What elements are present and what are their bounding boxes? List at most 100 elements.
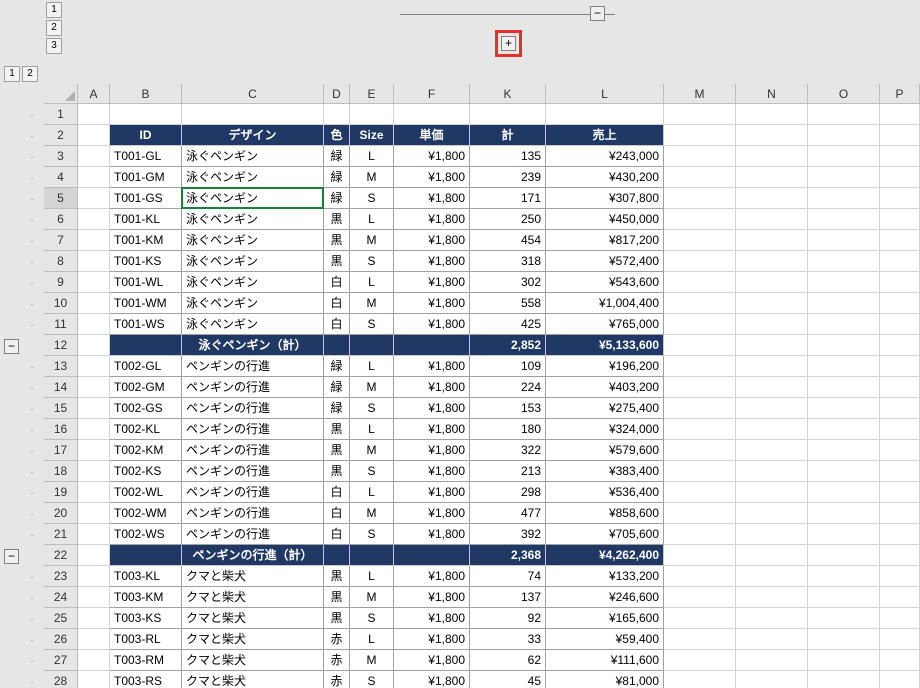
cell[interactable] xyxy=(736,608,808,629)
select-all-corner[interactable] xyxy=(44,84,78,104)
cell[interactable]: ¥4,262,400 xyxy=(546,545,664,566)
cell[interactable]: T002-KL xyxy=(110,419,182,440)
cell[interactable] xyxy=(880,398,920,419)
cell[interactable] xyxy=(808,629,880,650)
row-head-2[interactable]: 2 xyxy=(44,125,78,146)
cell[interactable] xyxy=(470,104,546,125)
cell[interactable]: T002-KM xyxy=(110,440,182,461)
cell[interactable]: ¥1,800 xyxy=(394,608,470,629)
cell[interactable] xyxy=(808,356,880,377)
cell[interactable] xyxy=(808,230,880,251)
cell[interactable] xyxy=(736,209,808,230)
cell[interactable]: S xyxy=(350,314,394,335)
row-head-28[interactable]: 28 xyxy=(44,671,78,688)
col-head-M[interactable]: M xyxy=(664,84,736,104)
cell[interactable] xyxy=(324,335,350,356)
cell[interactable] xyxy=(736,230,808,251)
cell[interactable]: S xyxy=(350,251,394,272)
cell[interactable] xyxy=(736,167,808,188)
row-head-24[interactable]: 24 xyxy=(44,587,78,608)
cell[interactable] xyxy=(880,608,920,629)
cell[interactable]: 黒 xyxy=(324,461,350,482)
cell[interactable]: ペンギンの行進 xyxy=(182,398,324,419)
cell[interactable]: 黒 xyxy=(324,587,350,608)
cell[interactable]: 白 xyxy=(324,293,350,314)
cell[interactable] xyxy=(78,398,110,419)
cell[interactable] xyxy=(880,209,920,230)
cell[interactable] xyxy=(736,398,808,419)
cell[interactable]: L xyxy=(350,482,394,503)
col-head-L[interactable]: L xyxy=(546,84,664,104)
cell[interactable]: ¥1,800 xyxy=(394,377,470,398)
cell[interactable]: ¥324,000 xyxy=(546,419,664,440)
cell[interactable]: ¥403,200 xyxy=(546,377,664,398)
row-head-16[interactable]: 16 xyxy=(44,419,78,440)
cell[interactable]: 緑 xyxy=(324,188,350,209)
cell[interactable]: L xyxy=(350,209,394,230)
cell[interactable] xyxy=(808,335,880,356)
cell[interactable]: ¥817,200 xyxy=(546,230,664,251)
cell[interactable]: L xyxy=(350,146,394,167)
cell[interactable]: S xyxy=(350,461,394,482)
col-head-C[interactable]: C xyxy=(182,84,324,104)
cell[interactable] xyxy=(880,356,920,377)
cell[interactable] xyxy=(350,335,394,356)
row-head-9[interactable]: 9 xyxy=(44,272,78,293)
cell[interactable] xyxy=(110,104,182,125)
cell[interactable]: ¥5,133,600 xyxy=(546,335,664,356)
cell[interactable]: ペンギンの行進（計） xyxy=(182,545,324,566)
cell[interactable]: ペンギンの行進 xyxy=(182,524,324,545)
cell[interactable] xyxy=(880,335,920,356)
cell[interactable]: 赤 xyxy=(324,671,350,688)
cell[interactable] xyxy=(808,482,880,503)
cell[interactable] xyxy=(394,335,470,356)
row-head-11[interactable]: 11 xyxy=(44,314,78,335)
cell[interactable]: M xyxy=(350,587,394,608)
cell[interactable]: ¥450,000 xyxy=(546,209,664,230)
cell[interactable] xyxy=(664,314,736,335)
cell[interactable]: 黒 xyxy=(324,608,350,629)
cell[interactable] xyxy=(808,167,880,188)
cell[interactable]: 泳ぐペンギン xyxy=(182,272,324,293)
row-head-12[interactable]: 12 xyxy=(44,335,78,356)
cell[interactable]: M xyxy=(350,167,394,188)
cell[interactable]: 322 xyxy=(470,440,546,461)
cell[interactable]: ¥383,400 xyxy=(546,461,664,482)
cells-area[interactable]: IDデザイン色Size単価計売上T001-GL泳ぐペンギン緑L¥1,800135… xyxy=(78,104,920,688)
cell[interactable] xyxy=(664,482,736,503)
row-head-27[interactable]: 27 xyxy=(44,650,78,671)
cell[interactable] xyxy=(78,608,110,629)
cell[interactable]: クマと柴犬 xyxy=(182,608,324,629)
cell[interactable] xyxy=(880,440,920,461)
cell[interactable]: 250 xyxy=(470,209,546,230)
cell[interactable]: 泳ぐペンギン xyxy=(182,146,324,167)
cell[interactable] xyxy=(394,104,470,125)
cell[interactable] xyxy=(110,545,182,566)
cell[interactable] xyxy=(664,125,736,146)
cell[interactable]: 92 xyxy=(470,608,546,629)
cell[interactable] xyxy=(808,650,880,671)
cell[interactable]: 緑 xyxy=(324,377,350,398)
cell[interactable] xyxy=(78,419,110,440)
cell[interactable]: 黒 xyxy=(324,566,350,587)
cell[interactable]: 緑 xyxy=(324,146,350,167)
cell[interactable]: 黒 xyxy=(324,440,350,461)
cell[interactable] xyxy=(880,293,920,314)
cell[interactable] xyxy=(324,545,350,566)
cell[interactable] xyxy=(880,671,920,688)
cell[interactable]: S xyxy=(350,524,394,545)
row-head-8[interactable]: 8 xyxy=(44,251,78,272)
cell[interactable]: 緑 xyxy=(324,356,350,377)
cell[interactable] xyxy=(78,335,110,356)
cell[interactable] xyxy=(736,503,808,524)
cell[interactable]: T002-KS xyxy=(110,461,182,482)
cell[interactable]: 泳ぐペンギン xyxy=(182,188,324,209)
cell[interactable]: T002-GS xyxy=(110,398,182,419)
cell[interactable] xyxy=(664,671,736,688)
cell[interactable] xyxy=(78,503,110,524)
cell[interactable] xyxy=(78,188,110,209)
column-headers[interactable]: A B C D E F K L M N O P xyxy=(78,84,920,104)
cell[interactable]: M xyxy=(350,293,394,314)
cell[interactable] xyxy=(78,545,110,566)
cell[interactable]: T001-KS xyxy=(110,251,182,272)
